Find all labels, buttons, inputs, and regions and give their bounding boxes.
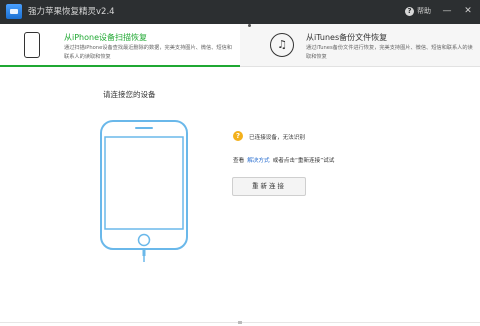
help-icon: ? xyxy=(405,7,414,16)
music-note-icon: ♫ xyxy=(270,33,294,57)
connect-device-prompt: 请连接您的设备 xyxy=(103,90,156,99)
minimize-button[interactable]: — xyxy=(441,5,453,17)
footer-handle xyxy=(238,321,242,324)
troubleshoot-hint: 查看 解决方式 或者点击“重新连接”试试 xyxy=(233,156,334,164)
title-bar: 强力苹果恢复精灵v2.4 ? 帮助 — ✕ xyxy=(0,0,480,24)
app-logo-icon xyxy=(6,4,22,19)
tab-separator-dot xyxy=(248,24,251,27)
active-tab-indicator xyxy=(0,65,240,67)
phone-body xyxy=(100,120,188,250)
reconnect-button[interactable]: 重新连接 xyxy=(232,177,306,196)
help-button[interactable]: ? 帮助 xyxy=(405,6,431,16)
close-button[interactable]: ✕ xyxy=(462,5,474,17)
phone-screen xyxy=(104,136,184,230)
solution-link[interactable]: 解决方式 xyxy=(247,158,269,164)
iphone-illustration xyxy=(100,120,188,262)
tab-itunes-backup-title: 从iTunes备份文件恢复 xyxy=(306,33,388,42)
tab-itunes-backup[interactable]: ♫ 从iTunes备份文件恢复 通过iTunes备份文件进行恢复，完美支持图片、… xyxy=(240,24,480,66)
help-label: 帮助 xyxy=(417,7,431,15)
phone-icon xyxy=(24,32,40,58)
tab-iphone-scan[interactable]: 从iPhone设备扫描恢复 通过扫描iPhone设备查找最近删除的数据，完美支持… xyxy=(0,24,240,67)
tab-iphone-scan-desc: 通过扫描iPhone设备查找最近删除的数据，完美支持图片、微信、短信和联系人的读… xyxy=(64,45,232,60)
hint-prefix: 查看 xyxy=(233,158,245,164)
window-title: 强力苹果恢复精灵v2.4 xyxy=(28,7,115,17)
warning-icon: ? xyxy=(233,131,243,141)
mode-tabs: 从iPhone设备扫描恢复 通过扫描iPhone设备查找最近删除的数据，完美支持… xyxy=(0,24,480,67)
phone-home-button xyxy=(137,233,151,247)
hint-suffix: 或者点击“重新连接”试试 xyxy=(272,158,335,164)
connection-status: 已连接设备，无法识别 xyxy=(249,135,305,141)
tab-iphone-scan-title: 从iPhone设备扫描恢复 xyxy=(64,33,148,42)
tab-itunes-backup-desc: 通过iTunes备份文件进行恢复，完美支持图片、微信、短信和联系人的读取和恢复 xyxy=(306,45,473,60)
